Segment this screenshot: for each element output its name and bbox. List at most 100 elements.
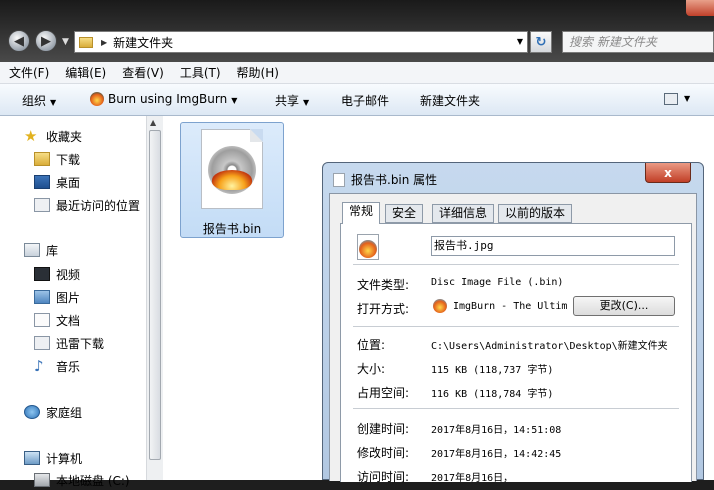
sidebar-item-label: 库 [46,243,59,258]
address-path[interactable]: 新建文件夹 [113,34,173,51]
created-label: 创建时间: [357,422,410,436]
refresh-button[interactable]: ↻ [530,31,552,53]
scrollbar-thumb[interactable] [149,130,161,460]
tab-general[interactable]: 常规 [342,202,381,224]
burn-label: Burn using ImgBurn [108,92,228,106]
divider [353,264,679,265]
refresh-icon: ↻ [535,34,547,50]
file-item[interactable]: 报告书.bin [180,122,284,238]
dialog-body: 常规 安全 详细信息 以前的版本 报告书.jpg 文件类型: Disc Imag… [329,193,697,484]
file-name-input[interactable]: 报告书.jpg [431,236,675,256]
forward-button[interactable]: ▶ [35,30,57,52]
scroll-up-icon[interactable]: ▲ [150,118,156,127]
imgburn-icon [359,240,377,258]
sidebar-item-label: 文档 [56,313,81,328]
back-arrow-icon: ◀ [14,33,24,49]
email-button[interactable]: 电子邮件 [341,92,389,109]
music-note-icon: ♪ [34,357,44,375]
sidebar-item-documents[interactable]: 文档 [34,310,80,330]
share-label: 共享 [275,94,300,108]
open-with-label: 打开方式: [357,302,410,316]
documents-library-icon [34,313,50,327]
sidebar-item-music[interactable]: ♪ 音乐 [34,356,80,376]
tab-security[interactable]: 安全 [385,204,424,223]
computer-icon [24,451,40,465]
created-value: 2017年8月16日，14:51:08 [431,425,562,436]
new-folder-button[interactable]: 新建文件夹 [420,92,480,109]
chevron-down-icon[interactable]: ▼ [684,94,690,103]
flame-icon [212,170,252,190]
address-bar[interactable]: ▶ 新建文件夹 ▼ [74,31,528,53]
tab-details[interactable]: 详细信息 [432,204,495,223]
window-titlebar: ◀ ▶ ▼ ▶ 新建文件夹 ▼ ↻ 搜索 新建文件夹 [0,0,714,62]
sidebar-item-label: 图片 [56,290,81,305]
divider [353,326,679,327]
menu-bar: 文件(F) 编辑(E) 查看(V) 工具(T) 帮助(H) [0,62,714,84]
folder-icon [79,36,93,48]
sidebar-item-pictures[interactable]: 图片 [34,287,80,307]
homegroup-icon [24,405,40,419]
open-with-value: ImgBurn - The Ultim [453,301,568,312]
sidebar-item-xunlei[interactable]: 迅雷下载 [34,333,104,353]
video-library-icon [34,267,50,281]
sidebar-item-videos[interactable]: 视频 [34,264,80,284]
sidebar-item-label: 计算机 [46,451,83,466]
menu-tools[interactable]: 工具(T) [171,64,228,81]
chevron-down-icon: ▼ [50,98,57,107]
size-on-disk-value: 116 KB (118,784 字节) [431,389,554,400]
downloads-folder-icon [34,152,50,166]
recent-pages-dropdown[interactable]: ▼ [62,37,69,47]
file-type-value: Disc Image File (.bin) [431,277,564,288]
library-icon [24,243,40,257]
size-on-disk-label: 占用空间: [357,386,410,400]
organize-label: 组织 [22,94,47,108]
sidebar-item-label: 最近访问的位置 [56,198,141,213]
sidebar-item-recent[interactable]: 最近访问的位置 [34,195,140,215]
imgburn-icon [90,92,104,106]
sidebar-item-computer[interactable]: 计算机 [24,448,82,468]
page-fold-icon [250,129,263,142]
desktop-icon [34,175,50,189]
star-icon: ★ [24,127,38,145]
burn-button[interactable]: Burn using ImgBurn ▼ [90,92,237,106]
sidebar-item-label: 收藏夹 [46,129,83,144]
chevron-down-icon: ▼ [231,96,238,105]
file-icon [333,173,345,187]
sidebar-item-homegroup[interactable]: 家庭组 [24,402,82,422]
divider [353,408,679,409]
view-options-icon[interactable] [664,93,678,105]
navigation-pane: ★ 收藏夹 下载 桌面 最近访问的位置 库 视频 图片 文档 迅雷下载 ♪ 音乐 家… [0,116,146,488]
email-label: 电子邮件 [341,94,390,108]
breadcrumb-separator-icon[interactable]: ▶ [101,38,107,47]
modified-label: 修改时间: [357,446,410,460]
sidebar-item-label: 桌面 [56,175,81,190]
organize-button[interactable]: 组织 ▼ [22,92,56,109]
menu-help[interactable]: 帮助(H) [228,64,286,81]
sidebar-item-label: 视频 [56,267,81,282]
recent-places-icon [34,198,50,212]
menu-file[interactable]: 文件(F) [0,64,56,81]
search-input[interactable]: 搜索 新建文件夹 [562,31,714,53]
window-close-button[interactable] [686,0,714,16]
accessed-value: 2017年8月16日， [431,473,514,484]
sidebar-item-libraries[interactable]: 库 [24,240,58,260]
sidebar-scrollbar[interactable]: ▲ [146,116,163,480]
dialog-close-button[interactable]: x [645,163,691,183]
chevron-down-icon: ▼ [303,98,310,107]
sidebar-item-favorites[interactable]: ★ 收藏夹 [24,126,82,146]
tab-previous-versions[interactable]: 以前的版本 [498,204,573,223]
back-button[interactable]: ◀ [8,30,30,52]
sidebar-item-downloads[interactable]: 下载 [34,149,80,169]
sidebar-item-label: 下载 [56,152,81,167]
sidebar-item-label: 音乐 [56,359,81,374]
address-dropdown-icon[interactable]: ▼ [517,37,523,46]
forward-arrow-icon: ▶ [41,33,51,49]
menu-view[interactable]: 查看(V) [113,64,171,81]
menu-edit[interactable]: 编辑(E) [56,64,113,81]
share-button[interactable]: 共享 ▼ [275,92,309,109]
sidebar-item-local-disk[interactable]: 本地磁盘 (C:) [34,470,130,490]
change-button[interactable]: 更改(C)... [573,296,675,316]
sidebar-item-desktop[interactable]: 桌面 [34,172,80,192]
xunlei-download-icon [34,336,50,350]
dialog-title: 报告书.bin 属性 [351,173,438,187]
